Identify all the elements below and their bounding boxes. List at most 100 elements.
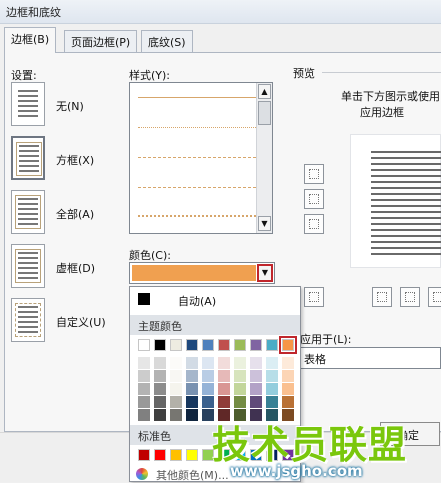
theme-color-swatch[interactable] xyxy=(218,339,230,351)
theme-color-shade-swatch[interactable] xyxy=(138,370,150,382)
theme-color-shade-swatch[interactable] xyxy=(218,383,230,395)
theme-color-shade-swatch[interactable] xyxy=(170,383,182,395)
theme-color-shade-swatch[interactable] xyxy=(186,357,198,369)
auto-color-swatch[interactable] xyxy=(138,293,150,305)
right-border-button[interactable] xyxy=(428,287,441,307)
theme-color-shade-swatch[interactable] xyxy=(186,370,198,382)
selected-color-swatch xyxy=(132,265,256,281)
theme-color-shade-swatch[interactable] xyxy=(154,409,166,421)
auto-color-option[interactable]: 自动(A) xyxy=(178,293,216,309)
scroll-thumb[interactable] xyxy=(258,101,271,125)
theme-color-shade-swatch[interactable] xyxy=(234,396,246,408)
tab-shading[interactable]: 底纹(S) xyxy=(141,30,193,52)
left-border-button[interactable] xyxy=(372,287,392,307)
theme-color-shade-swatch[interactable] xyxy=(250,383,262,395)
style-option-dash-dot[interactable] xyxy=(138,215,256,217)
top-border-button[interactable] xyxy=(304,164,324,184)
preview-page[interactable] xyxy=(350,134,441,268)
theme-color-shade-swatch[interactable] xyxy=(282,396,294,408)
theme-color-shade-swatch[interactable] xyxy=(170,357,182,369)
theme-color-shade-swatch[interactable] xyxy=(266,357,278,369)
chevron-down-icon[interactable]: ▼ xyxy=(257,264,273,282)
setting-grid-thumbnail[interactable] xyxy=(11,244,45,288)
style-option-dotted[interactable] xyxy=(138,127,256,128)
setting-all-thumbnail[interactable] xyxy=(11,190,45,234)
inside-vertical-border-button[interactable] xyxy=(400,287,420,307)
standard-color-swatch[interactable] xyxy=(186,449,198,461)
tab-border[interactable]: 边框(B) xyxy=(4,27,57,53)
standard-color-swatch[interactable] xyxy=(138,449,150,461)
preview-label: 预览 xyxy=(293,67,315,80)
setting-grid-label[interactable]: 虚框(D) xyxy=(56,260,95,276)
theme-color-shade-swatch[interactable] xyxy=(170,409,182,421)
theme-color-shade-swatch[interactable] xyxy=(218,370,230,382)
setting-none-label[interactable]: 无(N) xyxy=(56,98,84,114)
standard-color-swatch[interactable] xyxy=(154,449,166,461)
theme-color-shade-swatch[interactable] xyxy=(234,383,246,395)
style-option-dashed-small[interactable] xyxy=(138,157,256,158)
theme-color-swatch[interactable] xyxy=(234,339,246,351)
theme-color-swatch[interactable] xyxy=(154,339,166,351)
style-option-solid[interactable] xyxy=(138,97,256,98)
style-list[interactable]: ▲ ▼ xyxy=(129,82,273,234)
theme-color-shade-swatch[interactable] xyxy=(154,383,166,395)
theme-color-shade-swatch[interactable] xyxy=(170,396,182,408)
standard-color-swatch[interactable] xyxy=(170,449,182,461)
setting-all-label[interactable]: 全部(A) xyxy=(56,206,94,222)
diagonal-border-button[interactable] xyxy=(304,287,324,307)
setting-box-thumbnail[interactable] xyxy=(11,136,45,180)
theme-color-shade-swatch[interactable] xyxy=(138,396,150,408)
theme-color-shade-swatch[interactable] xyxy=(234,370,246,382)
theme-color-shade-swatch[interactable] xyxy=(266,370,278,382)
theme-color-shade-swatch[interactable] xyxy=(282,357,294,369)
setting-custom-label[interactable]: 自定义(U) xyxy=(56,314,106,330)
theme-color-shade-swatch[interactable] xyxy=(282,383,294,395)
style-option-dashed[interactable] xyxy=(138,187,256,188)
theme-color-shade-swatch[interactable] xyxy=(218,396,230,408)
theme-color-shade-swatch[interactable] xyxy=(154,370,166,382)
theme-color-swatch[interactable] xyxy=(202,339,214,351)
theme-color-shade-swatch[interactable] xyxy=(138,409,150,421)
theme-color-shade-swatch[interactable] xyxy=(202,357,214,369)
theme-color-shade-swatch[interactable] xyxy=(170,370,182,382)
theme-color-shade-swatch[interactable] xyxy=(186,396,198,408)
setting-custom-thumbnail[interactable] xyxy=(11,298,45,342)
theme-color-shade-swatch[interactable] xyxy=(202,396,214,408)
setting-box-label[interactable]: 方框(X) xyxy=(56,152,94,168)
title-bar: 边框和底纹 xyxy=(0,0,441,24)
theme-color-swatch[interactable] xyxy=(170,339,182,351)
scroll-down-arrow-icon[interactable]: ▼ xyxy=(258,216,271,231)
apply-to-select[interactable]: 表格 xyxy=(300,347,441,369)
theme-color-shade-swatch[interactable] xyxy=(202,383,214,395)
theme-color-swatch[interactable] xyxy=(250,339,262,351)
theme-color-shade-swatch[interactable] xyxy=(250,396,262,408)
tab-page-border[interactable]: 页面边框(P) xyxy=(64,30,138,52)
site-watermark-logo: 技术员联盟 www.jsgho.com xyxy=(212,414,441,482)
theme-color-shade-swatch[interactable] xyxy=(282,370,294,382)
theme-color-shade-swatch[interactable] xyxy=(138,383,150,395)
scroll-up-arrow-icon[interactable]: ▲ xyxy=(258,84,271,99)
theme-color-shade-swatch[interactable] xyxy=(266,383,278,395)
theme-color-shade-swatch[interactable] xyxy=(218,357,230,369)
theme-color-shade-swatch[interactable] xyxy=(138,357,150,369)
setting-none-thumbnail[interactable] xyxy=(11,82,45,126)
theme-color-shade-swatch[interactable] xyxy=(154,357,166,369)
theme-color-shade-swatch[interactable] xyxy=(234,357,246,369)
theme-color-shade-swatch[interactable] xyxy=(186,409,198,421)
inside-horizontal-border-button[interactable] xyxy=(304,189,324,209)
theme-color-swatch[interactable] xyxy=(138,339,150,351)
theme-color-shade-swatch[interactable] xyxy=(154,396,166,408)
theme-color-swatch[interactable] xyxy=(266,339,278,351)
style-list-scrollbar[interactable]: ▲ ▼ xyxy=(256,83,272,233)
preview-divider xyxy=(322,72,441,73)
theme-color-shade-swatch[interactable] xyxy=(250,370,262,382)
theme-color-shade-swatch[interactable] xyxy=(266,396,278,408)
theme-color-shade-swatch[interactable] xyxy=(202,370,214,382)
theme-color-shade-swatch[interactable] xyxy=(186,383,198,395)
theme-color-shade-swatch[interactable] xyxy=(250,357,262,369)
bottom-border-button[interactable] xyxy=(304,214,324,234)
color-combobox[interactable]: ▼ xyxy=(129,262,275,284)
theme-color-swatch[interactable] xyxy=(279,336,297,354)
apply-to-label: 应用于(L): xyxy=(300,333,352,346)
theme-color-swatch[interactable] xyxy=(186,339,198,351)
